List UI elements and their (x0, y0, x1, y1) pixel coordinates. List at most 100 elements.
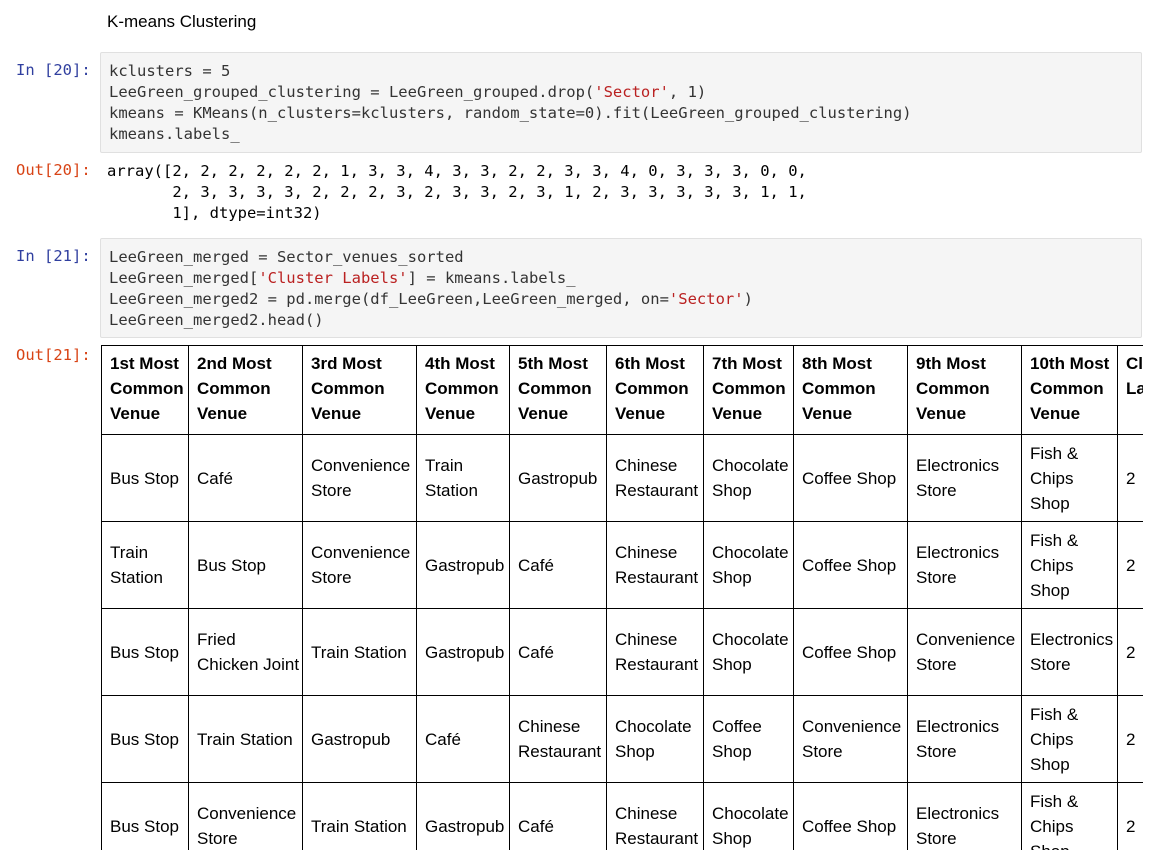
column-header: 7th Most Common Venue (703, 345, 794, 435)
table-cell: Electronics Store (907, 695, 1022, 783)
section-heading: K-means Clustering (107, 12, 257, 31)
code-token: kmeans.labels_ (109, 125, 240, 143)
code-line: LeeGreen_merged2.head() (109, 310, 1133, 331)
table-cell: 2 (1117, 434, 1143, 522)
in-prompt-21: In [21]: (16, 247, 91, 265)
table-cell: Bus Stop (101, 608, 189, 696)
table-cell: Gastropub (302, 695, 417, 783)
table-cell: Coffee Shop (793, 521, 908, 609)
table-cell: Electronics Store (907, 521, 1022, 609)
table-cell: Fish & Chips Shop (1021, 521, 1118, 609)
table-cell: Fried Chicken Joint (188, 608, 303, 696)
table-cell: Bus Stop (188, 521, 303, 609)
table-cell: Bus Stop (101, 434, 189, 522)
table-cell: Chocolate Shop (703, 434, 794, 522)
column-header: 2nd Most Common Venue (188, 345, 303, 435)
output-line: 1], dtype=int32) (107, 204, 322, 222)
table-cell: Convenience Store (793, 695, 908, 783)
code-token: kmeans = KMeans(n_clusters=kclusters, ra… (109, 104, 912, 122)
table-body: Bus Stop Café Convenience Store Train Stati… (101, 434, 1143, 850)
code-token: , 1) (668, 83, 707, 101)
table-cell: Train Station (101, 521, 189, 609)
out-prompt-21: Out[21]: (16, 346, 91, 364)
table-cell: Café (416, 695, 510, 783)
table-row: Bus Stop Café Convenience Store Train Stati… (101, 434, 1143, 522)
table-cell: Bus Stop (101, 782, 189, 850)
code-token: LeeGreen_merged[ (109, 269, 259, 287)
table-cell: Convenience Store (907, 608, 1022, 696)
table-cell: Fish & Chips Shop (1021, 434, 1118, 522)
output-line: array([2, 2, 2, 2, 2, 2, 1, 3, 3, 4, 3, … (107, 162, 807, 180)
table-cell: Train Station (416, 434, 510, 522)
table-cell: Convenience Store (302, 434, 417, 522)
table-cell: Fish & Chips Shop (1021, 695, 1118, 783)
table-cell: Coffee Shop (703, 695, 794, 783)
table-cell: Café (188, 434, 303, 522)
code-token: LeeGreen_merged = Sector_venues_sorted (109, 248, 464, 266)
in-prompt-20: In [20]: (16, 61, 91, 79)
code-cell-20[interactable]: kclusters = 5 LeeGreen_grouped_clustering… (100, 52, 1142, 153)
code-line: kclusters = 5 (109, 61, 1133, 82)
table-cell: Fish & Chips Shop (1021, 782, 1118, 850)
column-header: 4th Most Common Venue (416, 345, 510, 435)
code-token: LeeGreen_grouped_clustering = LeeGreen_g… (109, 83, 595, 101)
table-cell: Café (509, 608, 607, 696)
code-line: LeeGreen_grouped_clustering = LeeGreen_g… (109, 82, 1133, 103)
table-cell: Chocolate Shop (606, 695, 704, 783)
table-cell: Electronics Store (907, 782, 1022, 850)
table-cell: Café (509, 521, 607, 609)
column-header: 6th Most Common Venue (606, 345, 704, 435)
string-literal: 'Sector' (594, 83, 669, 101)
code-token: ) (743, 290, 753, 308)
table-cell: Chinese Restaurant (606, 434, 704, 522)
table-cell: Chocolate Shop (703, 521, 794, 609)
column-header: 9th Most Common Venue (907, 345, 1022, 435)
table-row: Bus Stop Convenience Store Train Station Ga… (101, 782, 1143, 850)
column-header: 5th Most Common Venue (509, 345, 607, 435)
table-cell: 2 (1117, 521, 1143, 609)
table-cell: Gastropub (416, 782, 510, 850)
table-row: Bus Stop Fried Chicken Joint Train Station… (101, 608, 1143, 696)
code-token: LeeGreen_merged2.head() (109, 311, 324, 329)
table-cell: Gastropub (509, 434, 607, 522)
string-literal: 'Cluster Labels' (258, 269, 408, 287)
table-cell: 2 (1117, 608, 1143, 696)
code-line: LeeGreen_merged2 = pd.merge(df_LeeGreen,… (109, 289, 1133, 310)
table-cell: Train Station (188, 695, 303, 783)
table-cell: Coffee Shop (793, 434, 908, 522)
string-literal: 'Sector' (668, 290, 744, 308)
table-header-row: 1st Most Common Venue 2nd Most Common Ven… (101, 345, 1143, 435)
table-cell: Café (509, 782, 607, 850)
table-cell: Gastropub (416, 521, 510, 609)
column-header: Cluster Labels (1117, 345, 1143, 435)
table-cell: Bus Stop (101, 695, 189, 783)
code-line: LeeGreen_merged = Sector_venues_sorted (109, 247, 1133, 268)
code-token: LeeGreen_merged2 = pd.merge(df_LeeGreen,… (109, 290, 669, 308)
table-row: Bus Stop Train Station Gastropub Café Chines… (101, 695, 1143, 783)
table-cell: Electronics Store (907, 434, 1022, 522)
output-array: array([2, 2, 2, 2, 2, 2, 1, 3, 3, 4, 3, … (107, 161, 807, 224)
column-header: 10th Most Common Venue (1021, 345, 1118, 435)
table-cell: Chinese Restaurant (606, 521, 704, 609)
table-cell: Electronics Store (1021, 608, 1118, 696)
table-cell: Chinese Restaurant (509, 695, 607, 783)
table-cell: Chinese Restaurant (606, 608, 704, 696)
code-token: ] = kmeans.labels_ (407, 269, 576, 287)
code-line: kmeans.labels_ (109, 124, 1133, 145)
code-line: LeeGreen_merged['Cluster Labels'] = kmea… (109, 268, 1133, 289)
table-cell: Train Station (302, 782, 417, 850)
out-prompt-20: Out[20]: (16, 161, 91, 179)
dataframe-table: 1st Most Common Venue 2nd Most Common Ven… (101, 345, 1143, 850)
table-cell: Gastropub (416, 608, 510, 696)
table-cell: Coffee Shop (793, 608, 908, 696)
table-cell: Coffee Shop (793, 782, 908, 850)
table-row: Train Station Bus Stop Convenience Store Ga… (101, 521, 1143, 609)
table-cell: Chinese Restaurant (606, 782, 704, 850)
column-header: 8th Most Common Venue (793, 345, 908, 435)
code-cell-21[interactable]: LeeGreen_merged = Sector_venues_sorted Le… (100, 238, 1142, 338)
table-cell: 2 (1117, 782, 1143, 850)
table-cell: Convenience Store (188, 782, 303, 850)
dataframe-output: 1st Most Common Venue 2nd Most Common Ven… (101, 345, 1143, 850)
code-token: kclusters = 5 (109, 62, 231, 80)
table-cell: Chocolate Shop (703, 782, 794, 850)
